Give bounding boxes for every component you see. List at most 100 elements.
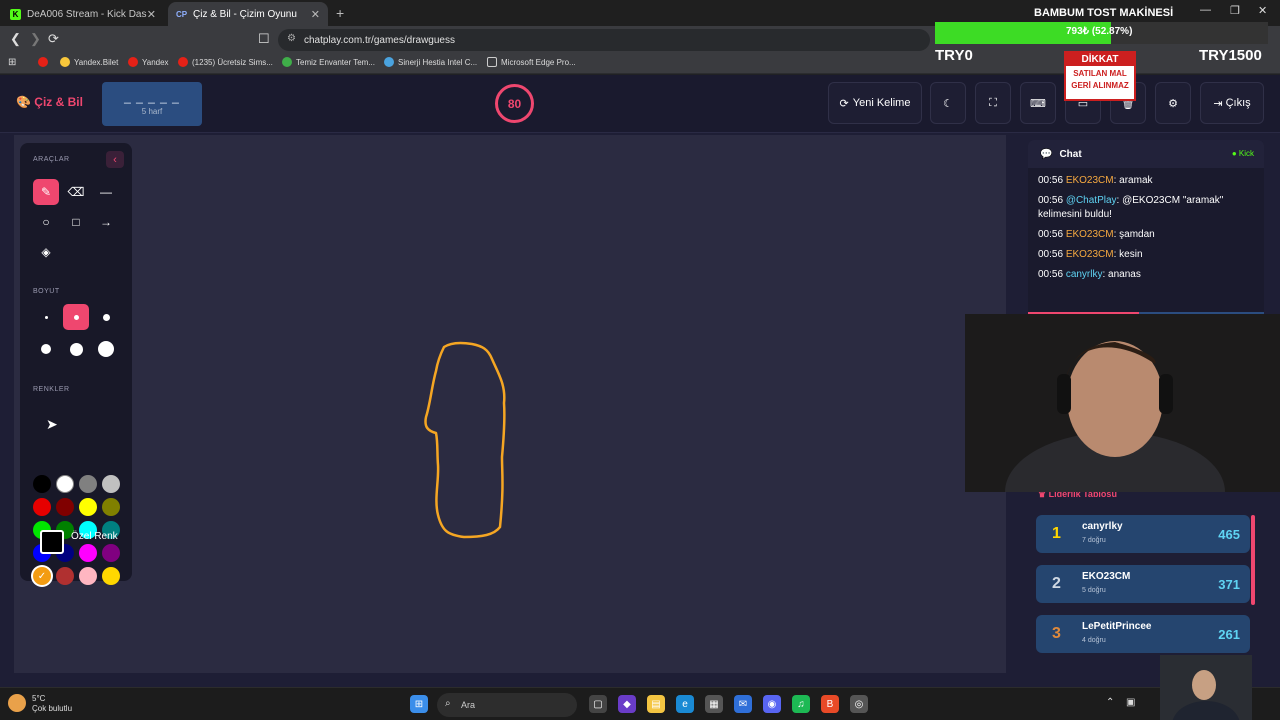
minimize-icon[interactable]: — [1200,4,1211,16]
color-swatch[interactable] [79,567,97,585]
msg-text: : ananas [1102,269,1141,280]
bookmark-yandex[interactable]: Yandex [128,57,169,67]
msg-user: @ChatPlay [1065,195,1117,206]
leaderboard-scrollbar[interactable] [1251,515,1255,605]
copilot-icon[interactable]: ◆ [618,695,636,713]
eraser-tool[interactable]: ⌫ [63,179,89,205]
tab-kick-dashboard[interactable]: K DeA006 Stream - Kick Dashboard ✕ [2,2,164,26]
brush-tool[interactable]: ✎ [33,179,59,205]
store-icon[interactable]: ▦ [705,695,723,713]
bookmark-label: Yandex [142,57,169,67]
forward-icon[interactable]: ❯ [30,31,41,47]
canvas-drawing [424,341,506,539]
bookmark-youtube[interactable] [38,57,52,67]
close-window-icon[interactable]: ✕ [1258,4,1267,17]
color-swatch[interactable] [33,475,51,493]
custom-color-swatch[interactable] [40,530,64,554]
dark-mode-button[interactable]: ☾ [930,82,966,124]
bookmark-yandex-bilet[interactable]: Yandex.Bilet [60,57,118,67]
secondary-camera-overlay [1160,655,1252,720]
size-option-6[interactable] [93,336,119,362]
size-option-4[interactable] [33,336,59,362]
brush-icon: ✎ [40,185,52,199]
task-view-icon[interactable]: ▢ [589,695,607,713]
tray-chevron-icon[interactable]: ⌃ [1106,697,1114,708]
line-tool[interactable]: — [93,179,119,205]
back-icon[interactable]: ❮ [10,31,21,47]
color-swatch[interactable] [102,498,120,516]
drawing-canvas[interactable]: ↺ ↻ 🗑 [14,135,1006,719]
lb-name: LePetitPrincee [1082,621,1152,632]
size-option-3[interactable] [93,304,119,330]
new-tab-button[interactable]: + [336,5,344,21]
webcam-overlay [965,314,1280,492]
taskbar-search[interactable]: ⌕ Ara [437,693,577,717]
youtube-icon [178,57,188,67]
color-swatch[interactable] [33,498,51,516]
bookmark-icon[interactable]: ☐ [258,31,270,47]
bookmark-label: (1235) Ücretsiz Sims... [192,57,273,67]
brave-icon[interactable]: B [821,695,839,713]
arrow-tool[interactable]: → [93,209,119,235]
reload-icon[interactable]: ⟳ [48,31,59,47]
color-swatch[interactable] [102,475,120,493]
color-swatch[interactable] [56,567,74,585]
windows-start-icon[interactable]: ⊞ [410,695,428,713]
chrome-icon[interactable]: ◎ [850,695,868,713]
mail-icon[interactable]: ✉ [734,695,752,713]
maximize-icon[interactable]: ❐ [1230,4,1240,17]
close-icon[interactable]: ✕ [147,8,156,21]
weather-widget[interactable]: 5°C Çok bulutlu [8,694,72,714]
size-option-1[interactable] [33,304,59,330]
bookmark-youtube-sims[interactable]: (1235) Ücretsiz Sims... [178,57,273,67]
bookmark-envanter[interactable]: Temiz Envanter Tem... [282,57,375,67]
settings-button[interactable]: ⚙ [1155,82,1191,124]
fullscreen-button[interactable]: ⛶ [975,82,1011,124]
lb-score: 465 [1218,527,1240,542]
file-explorer-icon[interactable]: ▤ [647,695,665,713]
tab-title: DeA006 Stream - Kick Dashboard [27,8,147,20]
url-field[interactable]: ⚙ chatplay.com.tr/games/drawguess [278,29,930,51]
tray-app-icon[interactable]: ▣ [1126,697,1135,708]
bookmark-label: Temiz Envanter Tem... [296,57,375,67]
lb-correct: 7 doğru [1082,537,1106,544]
color-swatch[interactable] [56,498,74,516]
close-icon[interactable]: ✕ [311,8,320,21]
size-option-5[interactable] [63,336,89,362]
fill-tool[interactable]: ◈ [33,239,59,265]
warning-sign: DİKKAT SATILAN MAL GERİ ALINMAZ [1064,51,1136,101]
msg-user: EKO23CM [1065,229,1114,240]
bookmark-edge[interactable]: Microsoft Edge Pro... [487,57,576,67]
color-swatch[interactable] [102,567,120,585]
color-swatch[interactable]: ✓ [33,567,51,585]
tool-panel: ARAÇLAR ‹ ✎ ⌫ — ○ □ → ◈ BOYUT RENKLER ✓ … [20,143,132,585]
tab-ciz-bil[interactable]: CP Çiz & Bil - Çizim Oyunu ✕ [168,2,328,26]
lb-score: 261 [1218,627,1240,642]
chat-icon: 💬 [1040,148,1053,160]
color-swatch[interactable] [79,498,97,516]
exit-icon: ⇥ [1213,97,1223,110]
rectangle-tool[interactable]: □ [63,209,89,235]
discord-icon[interactable]: ◉ [763,695,781,713]
circle-tool[interactable]: ○ [33,209,59,235]
new-word-button[interactable]: ⟳ Yeni Kelime [828,82,922,124]
bookmark-sinerji[interactable]: Sinerji Hestia Intel C... [384,57,477,67]
color-swatch[interactable] [79,544,97,562]
color-swatch[interactable] [79,475,97,493]
chat-message: 00:56 canyrlky: ananas [1028,268,1264,282]
chat-header: 💬 Chat ● Kick [1028,140,1264,168]
edge-icon[interactable]: e [676,695,694,713]
collapse-panel-button[interactable]: ‹ [106,151,124,168]
size-option-2[interactable] [63,304,89,330]
site-info-icon[interactable]: ⚙ [287,33,296,44]
color-swatch[interactable] [56,475,74,493]
keyboard-button[interactable]: ⌨ [1020,82,1056,124]
lb-score: 371 [1218,577,1240,592]
spotify-icon[interactable]: ♫ [792,695,810,713]
apps-icon[interactable]: ⊞ [8,57,16,68]
keyboard-icon: ⌨ [1030,97,1046,110]
exit-button[interactable]: ⇥ Çıkış [1200,82,1264,124]
size-section-title: BOYUT [33,288,60,295]
youtube-icon [38,57,48,67]
color-swatch[interactable] [102,544,120,562]
